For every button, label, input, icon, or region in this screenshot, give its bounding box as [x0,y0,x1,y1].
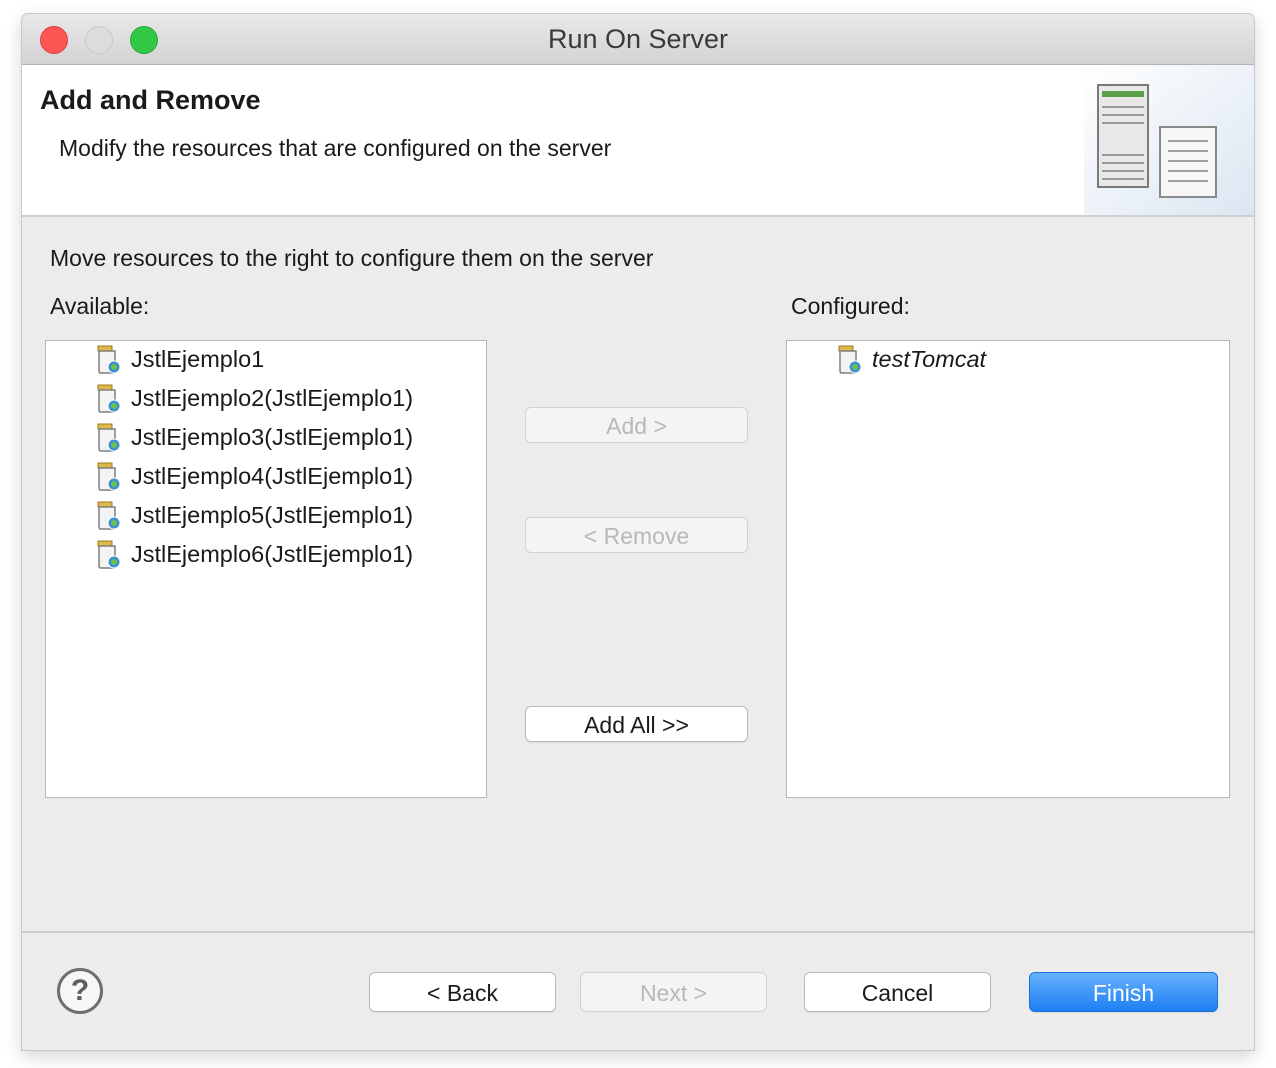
web-module-icon [838,345,862,374]
configured-list[interactable]: testTomcat [786,340,1230,798]
finish-button[interactable]: Finish [1029,972,1218,1012]
page-title: Add and Remove [40,85,261,115]
available-list[interactable]: JstlEjemplo1 JstlEjemplo2(JstlEjemplo1) … [45,340,487,798]
run-on-server-dialog: Run On Server Add and Remove Modify the … [22,14,1254,1050]
wizard-header: Add and Remove Modify the resources that… [22,65,1254,217]
list-item-label: JstlEjemplo5(JstlEjemplo1) [131,501,414,528]
add-all-button[interactable]: Add All >> [525,706,748,742]
list-item[interactable]: JstlEjemplo5(JstlEjemplo1) [94,499,413,531]
title-bar: Run On Server [22,14,1254,65]
web-module-icon [97,345,121,374]
list-item[interactable]: JstlEjemplo6(JstlEjemplo1) [94,538,413,570]
instruction-text: Move resources to the right to configure… [50,245,654,271]
list-item[interactable]: JstlEjemplo1 [94,343,264,375]
help-icon[interactable]: ? [57,968,103,1014]
list-item-label: JstlEjemplo4(JstlEjemplo1) [131,462,414,489]
next-button[interactable]: Next > [580,972,767,1012]
list-item[interactable]: JstlEjemplo4(JstlEjemplo1) [94,460,413,492]
remove-button[interactable]: < Remove [525,517,748,553]
list-item[interactable]: JstlEjemplo3(JstlEjemplo1) [94,421,413,453]
web-module-icon [97,462,121,491]
window-title: Run On Server [547,24,729,54]
list-item-label: JstlEjemplo1 [131,345,265,372]
page-description: Modify the resources that are configured… [59,135,612,161]
footer-separator [22,931,1254,933]
web-module-icon [97,501,121,530]
cancel-button[interactable]: Cancel [804,972,991,1012]
list-item-label: JstlEjemplo3(JstlEjemplo1) [131,423,414,450]
list-item-label: JstlEjemplo6(JstlEjemplo1) [131,540,414,567]
configured-label: Configured: [791,293,910,319]
add-button[interactable]: Add > [525,407,748,443]
web-module-icon [97,384,121,413]
list-item[interactable]: testTomcat [835,343,986,375]
list-item-label: JstlEjemplo2(JstlEjemplo1) [131,384,414,411]
list-item[interactable]: JstlEjemplo2(JstlEjemplo1) [94,382,413,414]
server-icon [1084,65,1254,215]
available-label: Available: [50,293,150,319]
list-item-label: testTomcat [872,345,987,372]
back-button[interactable]: < Back [369,972,556,1012]
web-module-icon [97,423,121,452]
web-module-icon [97,540,121,569]
